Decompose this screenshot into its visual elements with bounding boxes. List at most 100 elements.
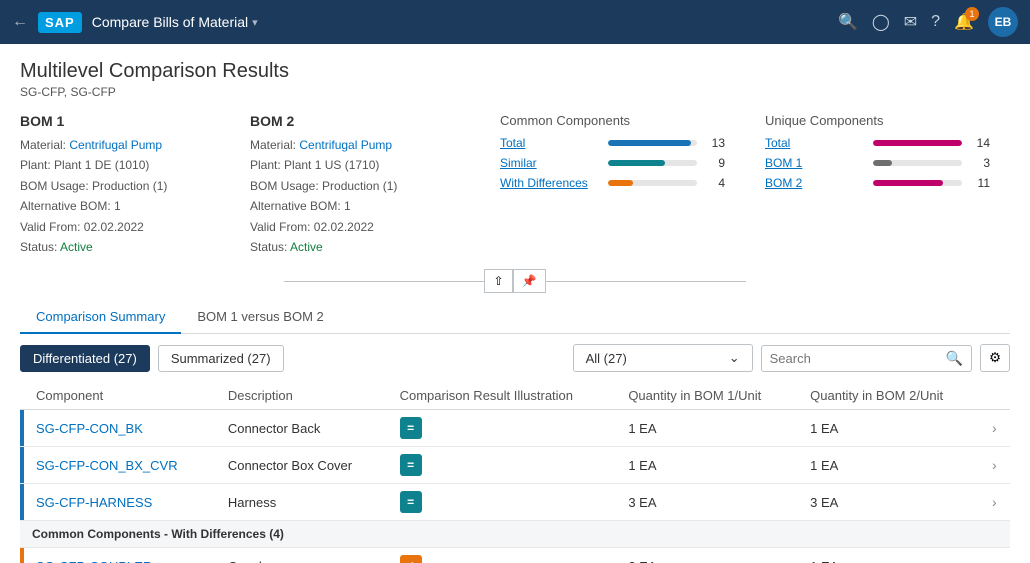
chart-value: 11 — [970, 176, 990, 190]
search-icon[interactable]: 🔍 — [838, 12, 858, 32]
chart-label[interactable]: Similar — [500, 156, 600, 170]
equal-icon: = — [400, 454, 422, 476]
pin-button[interactable]: 📌 — [513, 269, 546, 293]
component-link[interactable]: SG-CFP-COUPLER — [36, 559, 152, 563]
unique-components-chart: Unique Components Total 14 BOM 1 3 BOM 2… — [745, 113, 1010, 257]
chart-label[interactable]: BOM 1 — [765, 156, 865, 170]
component-link[interactable]: SG-CFP-HARNESS — [36, 495, 152, 510]
qty-bom2-cell: 1 EA — [798, 548, 980, 563]
bom2-material-link[interactable]: Centrifugal Pump — [299, 138, 392, 152]
chart-bar-bg — [608, 140, 697, 146]
app-title-text: Compare Bills of Material — [92, 14, 248, 30]
comparison-cell: = — [388, 484, 617, 521]
common-components-chart: Common Components Total 13 Similar 9 Wit… — [480, 113, 745, 257]
tab-bom1-vs-bom2[interactable]: BOM 1 versus BOM 2 — [181, 301, 339, 334]
bom1-material-link[interactable]: Centrifugal Pump — [69, 138, 162, 152]
qty-bom2-cell: 3 EA — [798, 484, 980, 521]
chart-bar — [608, 180, 633, 186]
description-cell: Connector Back — [216, 410, 388, 447]
user-settings-icon[interactable]: ◯ — [872, 12, 890, 32]
search-icon: 🔍 — [946, 350, 963, 367]
comparison-table[interactable]: Component Description Comparison Result … — [20, 382, 1010, 563]
bom1-column: BOM 1 Material: Centrifugal Pump Plant: … — [20, 113, 250, 257]
nav-cell[interactable]: › — [980, 484, 1010, 521]
chart-bar-bg — [873, 140, 962, 146]
equal-icon: = — [400, 491, 422, 513]
tabs-bar: Comparison Summary BOM 1 versus BOM 2 — [20, 301, 1010, 334]
table: Component Description Comparison Result … — [20, 382, 1010, 563]
filter-dropdown-arrow: ⌄ — [729, 350, 740, 366]
chart-label[interactable]: Total — [500, 136, 600, 150]
table-row[interactable]: SG-CFP-HARNESS Harness = 3 EA 3 EA › — [20, 484, 1010, 521]
differentiated-button[interactable]: Differentiated (27) — [20, 345, 150, 372]
chart-value: 9 — [705, 156, 725, 170]
settings-button[interactable]: ⚙ — [980, 344, 1010, 372]
component-link[interactable]: SG-CFP-CON_BX_CVR — [36, 458, 178, 473]
col-qty-bom1: Quantity in BOM 1/Unit — [616, 382, 798, 410]
help-icon[interactable]: ? — [931, 13, 940, 31]
chevron-right-icon: › — [992, 494, 997, 510]
comparison-cell: ≠ — [388, 548, 617, 563]
bom-info-section: BOM 1 Material: Centrifugal Pump Plant: … — [20, 113, 1010, 257]
chart-row: With Differences 4 — [500, 176, 725, 190]
table-row[interactable]: SG-CFP-CON_BX_CVR Connector Box Cover = … — [20, 447, 1010, 484]
chart-bar — [873, 180, 943, 186]
chart-row: Similar 9 — [500, 156, 725, 170]
chart-bar-bg — [873, 180, 962, 186]
chart-label[interactable]: BOM 2 — [765, 176, 865, 190]
component-cell: SG-CFP-HARNESS — [24, 484, 216, 521]
back-button[interactable]: ← — [12, 13, 28, 31]
app-header: ← SAP Compare Bills of Material ▾ 🔍 ◯ ✉ … — [0, 0, 1030, 44]
nav-cell[interactable]: › — [980, 548, 1010, 563]
chevron-right-icon: › — [992, 457, 997, 473]
avatar[interactable]: EB — [988, 7, 1018, 37]
unique-components-title: Unique Components — [765, 113, 990, 128]
sap-logo: SAP — [38, 12, 82, 33]
component-cell: SG-CFP-CON_BX_CVR — [24, 447, 216, 484]
collapse-up-button[interactable]: ⇧ — [484, 269, 512, 293]
common-components-title: Common Components — [500, 113, 725, 128]
table-row[interactable]: SG-CFP-CON_BK Connector Back = 1 EA 1 EA… — [20, 410, 1010, 447]
title-dropdown-arrow[interactable]: ▾ — [252, 16, 258, 29]
summarized-button[interactable]: Summarized (27) — [158, 345, 284, 372]
chart-bar-bg — [873, 160, 962, 166]
bom1-info: Material: Centrifugal Pump Plant: Plant … — [20, 135, 230, 257]
chart-value: 13 — [705, 136, 725, 150]
table-header-row: Component Description Comparison Result … — [20, 382, 1010, 410]
qty-bom1-cell: 2 EA — [616, 548, 798, 563]
messages-icon[interactable]: ✉ — [904, 12, 917, 32]
chart-bar-bg — [608, 160, 697, 166]
chart-bar — [873, 140, 962, 146]
group-header-row: Common Components - With Differences (4) — [20, 521, 1010, 548]
description-cell: Connector Box Cover — [216, 447, 388, 484]
component-cell: SG-CFP-COUPLER — [24, 548, 216, 563]
chart-value: 4 — [705, 176, 725, 190]
search-input[interactable] — [770, 351, 946, 366]
qty-bom2-cell: 1 EA — [798, 410, 980, 447]
table-row[interactable]: SG-CFP-COUPLER Coupler ≠ 2 EA 1 EA › — [20, 548, 1010, 563]
page-subtitle: SG-CFP, SG-CFP — [20, 85, 1010, 99]
header-icons: 🔍 ◯ ✉ ? 🔔 1 EB — [838, 7, 1018, 37]
filter-dropdown[interactable]: All (27) ⌄ — [573, 344, 753, 372]
notifications-icon[interactable]: 🔔 1 — [954, 12, 974, 32]
chart-bar — [873, 160, 892, 166]
chart-bar — [608, 140, 691, 146]
component-link[interactable]: SG-CFP-CON_BK — [36, 421, 143, 436]
tab-comparison-summary[interactable]: Comparison Summary — [20, 301, 181, 334]
comparison-cell: = — [388, 410, 617, 447]
left-line — [284, 281, 484, 282]
bom2-info: Material: Centrifugal Pump Plant: Plant … — [250, 135, 460, 257]
description-cell: Harness — [216, 484, 388, 521]
bom2-column: BOM 2 Material: Centrifugal Pump Plant: … — [250, 113, 480, 257]
nav-cell[interactable]: › — [980, 410, 1010, 447]
nav-cell[interactable]: › — [980, 447, 1010, 484]
chart-label[interactable]: With Differences — [500, 176, 600, 190]
chart-label[interactable]: Total — [765, 136, 865, 150]
notification-badge: 1 — [965, 7, 979, 21]
col-component: Component — [24, 382, 216, 410]
bom2-status: Active — [290, 240, 323, 254]
qty-bom1-cell: 3 EA — [616, 484, 798, 521]
chart-row: BOM 2 11 — [765, 176, 990, 190]
qty-bom1-cell: 1 EA — [616, 447, 798, 484]
col-qty-bom2: Quantity in BOM 2/Unit — [798, 382, 980, 410]
